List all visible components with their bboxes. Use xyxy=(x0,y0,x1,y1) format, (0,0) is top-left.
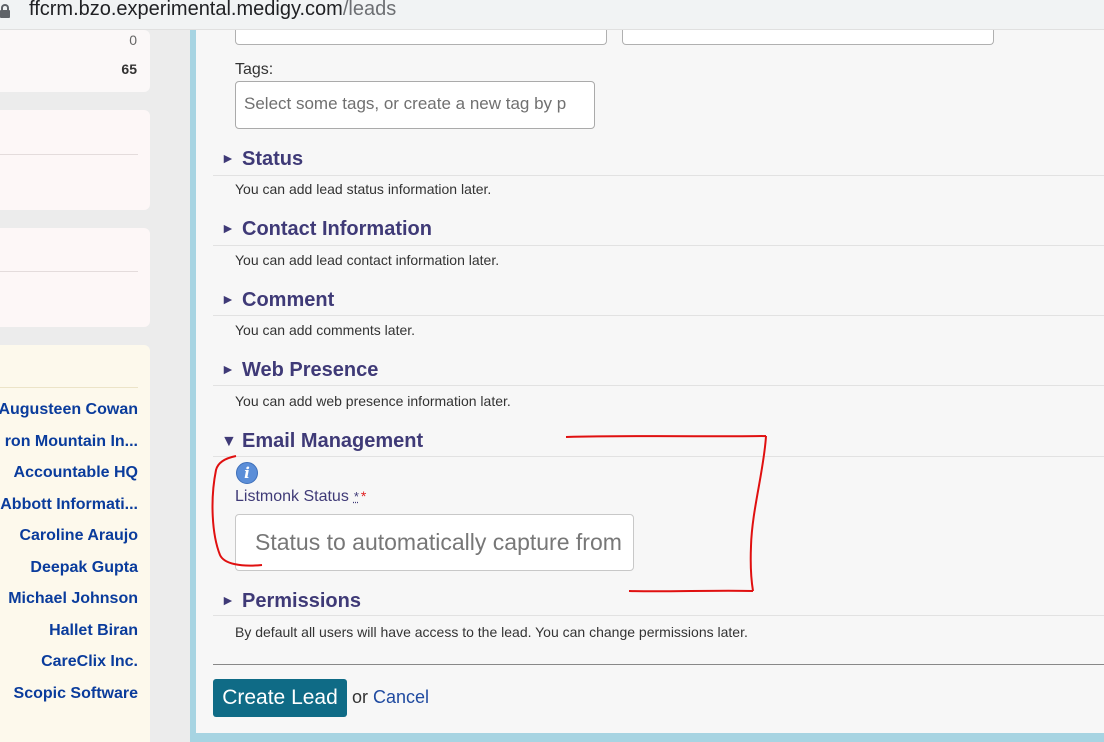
summary-card: 0 65 xyxy=(0,30,150,92)
listmonk-status-input[interactable]: Status to automatically capture from xyxy=(235,514,634,571)
sidebar-card xyxy=(0,228,150,327)
tags-label: Tags: xyxy=(235,61,274,78)
create-lead-button[interactable]: Create Lead xyxy=(213,679,347,717)
divider xyxy=(213,385,1104,386)
collapsed-arrow-icon: ► xyxy=(221,291,235,307)
info-icon[interactable]: i xyxy=(236,462,258,484)
recent-item[interactable]: Augusteen Cowan xyxy=(0,401,138,419)
tags-input[interactable]: Select some tags, or create a new tag by… xyxy=(235,81,595,129)
tooltip-marker[interactable]: * xyxy=(354,489,359,504)
divider xyxy=(0,154,138,155)
lock-icon xyxy=(0,4,10,18)
section-toggle-comment[interactable]: ► Comment xyxy=(221,289,334,312)
section-note: You can add comments later. xyxy=(235,322,416,338)
recent-item[interactable]: Caroline Araujo xyxy=(19,527,138,545)
section-note: You can add web presence information lat… xyxy=(235,393,511,409)
sidebar: 0 65 Augusteen Cowan ron Mountain In... … xyxy=(0,30,168,742)
sidebar-card xyxy=(0,110,150,210)
address-bar[interactable]: ffcrm.bzo.experimental.medigy.com/leads xyxy=(0,0,1104,30)
section-note: By default all users will have access to… xyxy=(235,624,748,640)
recent-item[interactable]: CareClix Inc. xyxy=(41,653,138,671)
count-value: 65 xyxy=(121,61,137,77)
url-text[interactable]: ffcrm.bzo.experimental.medigy.com/leads xyxy=(29,0,396,21)
collapsed-arrow-icon: ► xyxy=(221,361,235,377)
divider xyxy=(0,387,138,388)
section-toggle-permissions[interactable]: ► Permissions xyxy=(221,590,361,613)
collapsed-arrow-icon: ► xyxy=(221,220,235,236)
recent-item[interactable]: Accountable HQ xyxy=(14,464,138,482)
section-toggle-web-presence[interactable]: ► Web Presence xyxy=(221,359,378,382)
recent-items-card: Augusteen Cowan ron Mountain In... Accou… xyxy=(0,345,150,742)
required-marker: * xyxy=(360,488,367,504)
divider xyxy=(213,175,1104,176)
section-toggle-contact-information[interactable]: ► Contact Information xyxy=(221,218,432,241)
main-panel: Tags: Select some tags, or create a new … xyxy=(190,30,1104,742)
recent-item[interactable]: Scopic Software xyxy=(14,685,138,703)
divider xyxy=(0,271,138,272)
section-toggle-status[interactable]: ► Status xyxy=(221,148,303,171)
divider xyxy=(213,245,1104,246)
collapsed-arrow-icon: ► xyxy=(221,150,235,166)
create-lead-form: Tags: Select some tags, or create a new … xyxy=(196,30,1104,733)
recent-item[interactable]: ron Mountain In... xyxy=(5,433,138,451)
footer-divider xyxy=(213,664,1104,665)
expanded-arrow-icon: ▼ xyxy=(221,433,237,450)
text-field[interactable] xyxy=(235,30,607,45)
collapsed-arrow-icon: ► xyxy=(221,592,235,608)
recent-item[interactable]: Abbott Informati... xyxy=(0,496,138,514)
section-note: You can add lead status information late… xyxy=(235,181,492,197)
recent-item[interactable]: Michael Johnson xyxy=(8,590,138,608)
text-field[interactable] xyxy=(622,30,994,45)
or-text: or xyxy=(352,687,369,707)
divider xyxy=(213,456,1104,457)
divider xyxy=(213,315,1104,316)
divider xyxy=(213,615,1104,616)
count-value: 0 xyxy=(129,32,137,48)
section-toggle-email-management[interactable]: ▼ Email Management xyxy=(221,430,423,453)
listmonk-status-label: Listmonk Status * * xyxy=(235,488,367,505)
recent-item[interactable]: Hallet Biran xyxy=(49,622,138,640)
section-note: You can add lead contact information lat… xyxy=(235,252,500,268)
cancel-link[interactable]: Cancel xyxy=(373,687,429,708)
recent-item[interactable]: Deepak Gupta xyxy=(30,559,138,577)
